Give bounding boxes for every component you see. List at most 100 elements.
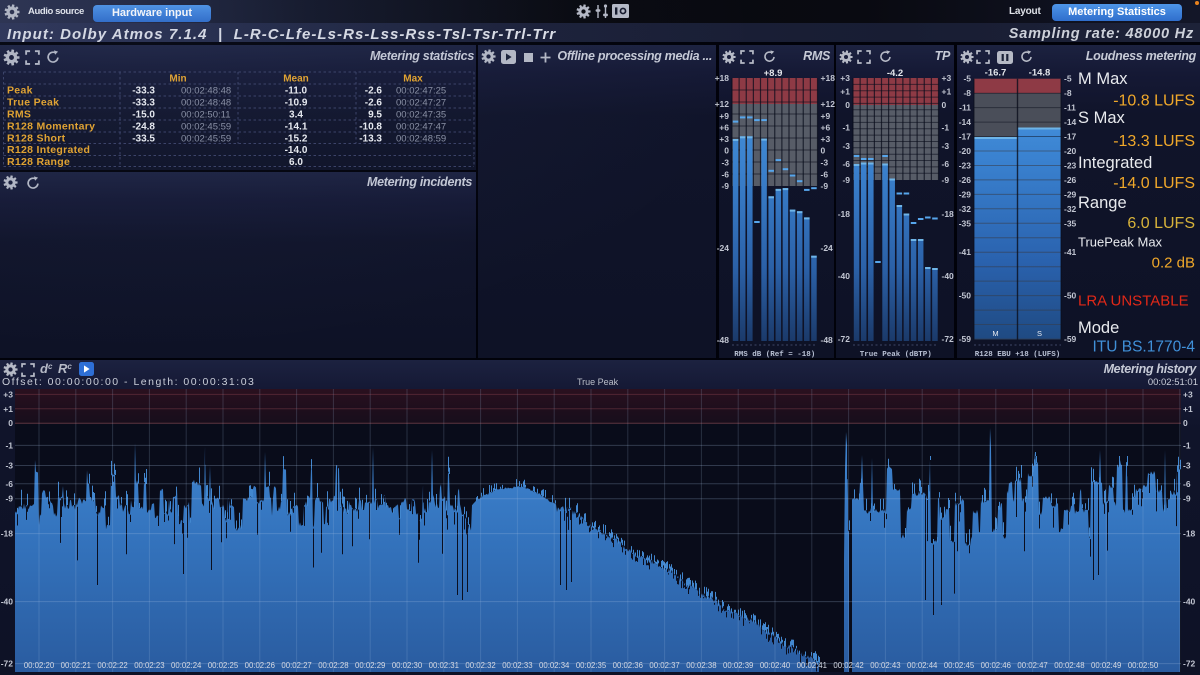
svg-text:00:02:30: 00:02:30 bbox=[392, 661, 423, 670]
svg-text:-20: -20 bbox=[1064, 146, 1077, 156]
svg-text:00:02:47:35: 00:02:47:35 bbox=[396, 110, 446, 121]
svg-text:-18: -18 bbox=[838, 209, 851, 219]
svg-text:-50: -50 bbox=[1064, 291, 1077, 301]
svg-text:+12: +12 bbox=[821, 99, 836, 109]
svg-text:-5: -5 bbox=[963, 74, 971, 84]
svg-text:-15.2: -15.2 bbox=[285, 134, 308, 145]
svg-text:0: 0 bbox=[724, 146, 729, 156]
svg-text:0: 0 bbox=[942, 100, 947, 110]
svg-text:-4.2: -4.2 bbox=[887, 68, 903, 79]
svg-text:+8.9: +8.9 bbox=[764, 68, 783, 79]
svg-text:-72: -72 bbox=[1, 659, 14, 669]
svg-text:0: 0 bbox=[8, 418, 13, 428]
svg-text:+3: +3 bbox=[821, 134, 831, 144]
svg-text:True Peak (dBTP): True Peak (dBTP) bbox=[860, 351, 932, 359]
svg-text:-14.0 LUFS: -14.0 LUFS bbox=[1113, 175, 1195, 192]
svg-text:-14: -14 bbox=[1064, 117, 1077, 127]
svg-text:+3: +3 bbox=[942, 73, 952, 83]
svg-text:00:02:32: 00:02:32 bbox=[465, 661, 495, 670]
svg-text:-9: -9 bbox=[821, 181, 829, 191]
svg-text:6.0 LUFS: 6.0 LUFS bbox=[1127, 215, 1195, 232]
svg-text:0: 0 bbox=[1183, 418, 1188, 428]
svg-text:-48: -48 bbox=[717, 335, 730, 345]
svg-text:00:02:40: 00:02:40 bbox=[760, 661, 791, 670]
svg-text:00:02:34: 00:02:34 bbox=[539, 661, 570, 670]
svg-text:+9: +9 bbox=[821, 111, 831, 121]
svg-text:R128 Short: R128 Short bbox=[7, 133, 66, 145]
svg-text:M Max: M Max bbox=[1078, 70, 1128, 88]
svg-text:-40: -40 bbox=[838, 271, 851, 281]
svg-text:Max: Max bbox=[403, 74, 423, 85]
svg-text:-14.1: -14.1 bbox=[285, 122, 308, 133]
svg-text:-29: -29 bbox=[1064, 189, 1077, 199]
svg-text:-9: -9 bbox=[1183, 494, 1191, 504]
svg-text:-40: -40 bbox=[942, 271, 955, 281]
svg-text:0: 0 bbox=[821, 146, 826, 156]
svg-text:-72: -72 bbox=[838, 334, 851, 344]
svg-text:-41: -41 bbox=[1064, 247, 1077, 257]
svg-text:-32: -32 bbox=[959, 204, 972, 214]
svg-text:-20: -20 bbox=[959, 146, 972, 156]
svg-text:-33.3: -33.3 bbox=[132, 98, 155, 109]
svg-text:00:02:50: 00:02:50 bbox=[1128, 661, 1159, 670]
svg-text:Peak: Peak bbox=[7, 85, 33, 97]
svg-text:-24.8: -24.8 bbox=[132, 122, 155, 133]
svg-text:Min: Min bbox=[169, 74, 186, 85]
svg-text:00:02:47: 00:02:47 bbox=[1017, 661, 1047, 670]
svg-text:-10.8: -10.8 bbox=[359, 122, 382, 133]
svg-text:+1: +1 bbox=[1183, 404, 1193, 414]
svg-text:00:02:43: 00:02:43 bbox=[870, 661, 900, 670]
svg-text:True Peak: True Peak bbox=[7, 97, 59, 109]
svg-text:-6: -6 bbox=[821, 170, 829, 180]
svg-text:00:02:49: 00:02:49 bbox=[1091, 661, 1121, 670]
svg-text:00:02:23: 00:02:23 bbox=[134, 661, 164, 670]
svg-text:00:02:33: 00:02:33 bbox=[502, 661, 532, 670]
svg-text:-3: -3 bbox=[5, 461, 13, 471]
svg-text:00:02:27: 00:02:27 bbox=[281, 661, 311, 670]
svg-text:00:02:29: 00:02:29 bbox=[355, 661, 385, 670]
svg-text:00:02:22: 00:02:22 bbox=[97, 661, 127, 670]
svg-text:-10.8 LUFS: -10.8 LUFS bbox=[1113, 93, 1195, 110]
svg-text:9.5: 9.5 bbox=[368, 110, 382, 121]
svg-text:-2.6: -2.6 bbox=[365, 86, 383, 97]
svg-text:-16.7: -16.7 bbox=[985, 68, 1007, 79]
svg-text:+6: +6 bbox=[821, 123, 831, 133]
svg-text:Mode: Mode bbox=[1078, 319, 1119, 337]
svg-text:+6: +6 bbox=[719, 123, 729, 133]
svg-text:3.4: 3.4 bbox=[289, 110, 303, 121]
svg-text:-14: -14 bbox=[959, 117, 972, 127]
svg-text:R128 EBU +18 (LUFS): R128 EBU +18 (LUFS) bbox=[975, 351, 1061, 359]
svg-text:S: S bbox=[1037, 329, 1042, 338]
svg-text:+3: +3 bbox=[840, 73, 850, 83]
svg-text:-26: -26 bbox=[959, 175, 972, 185]
svg-text:R128 Momentary: R128 Momentary bbox=[7, 121, 95, 133]
svg-text:-23: -23 bbox=[1064, 160, 1077, 170]
svg-text:00:02:47:47: 00:02:47:47 bbox=[396, 122, 446, 133]
svg-text:Mean: Mean bbox=[283, 74, 309, 85]
svg-text:-3: -3 bbox=[821, 158, 829, 168]
svg-text:-5: -5 bbox=[1064, 74, 1072, 84]
svg-text:Integrated: Integrated bbox=[1078, 154, 1152, 172]
svg-text:00:02:38: 00:02:38 bbox=[686, 661, 716, 670]
svg-text:00:02:45:59: 00:02:45:59 bbox=[181, 134, 231, 145]
svg-text:+18: +18 bbox=[821, 73, 836, 83]
svg-text:-3: -3 bbox=[1183, 461, 1191, 471]
svg-text:00:02:39: 00:02:39 bbox=[723, 661, 753, 670]
svg-text:-1: -1 bbox=[842, 123, 850, 133]
svg-text:TruePeak Max: TruePeak Max bbox=[1078, 235, 1163, 250]
svg-text:0.2 dB: 0.2 dB bbox=[1152, 255, 1195, 272]
svg-text:+1: +1 bbox=[942, 87, 952, 97]
svg-text:R128 Integrated: R128 Integrated bbox=[7, 144, 90, 156]
svg-text:-13.3 LUFS: -13.3 LUFS bbox=[1113, 133, 1195, 150]
svg-text:-41: -41 bbox=[959, 247, 972, 257]
svg-text:-3: -3 bbox=[942, 141, 950, 151]
svg-text:00:02:46: 00:02:46 bbox=[981, 661, 1011, 670]
svg-text:00:02:24: 00:02:24 bbox=[171, 661, 202, 670]
svg-text:00:02:28: 00:02:28 bbox=[318, 661, 348, 670]
svg-text:-33.3: -33.3 bbox=[132, 86, 155, 97]
svg-text:-24: -24 bbox=[821, 243, 834, 253]
svg-text:-9: -9 bbox=[842, 175, 850, 185]
svg-text:00:02:20: 00:02:20 bbox=[24, 661, 55, 670]
svg-text:6.0: 6.0 bbox=[289, 157, 303, 168]
svg-text:00:02:47:25: 00:02:47:25 bbox=[396, 86, 446, 97]
